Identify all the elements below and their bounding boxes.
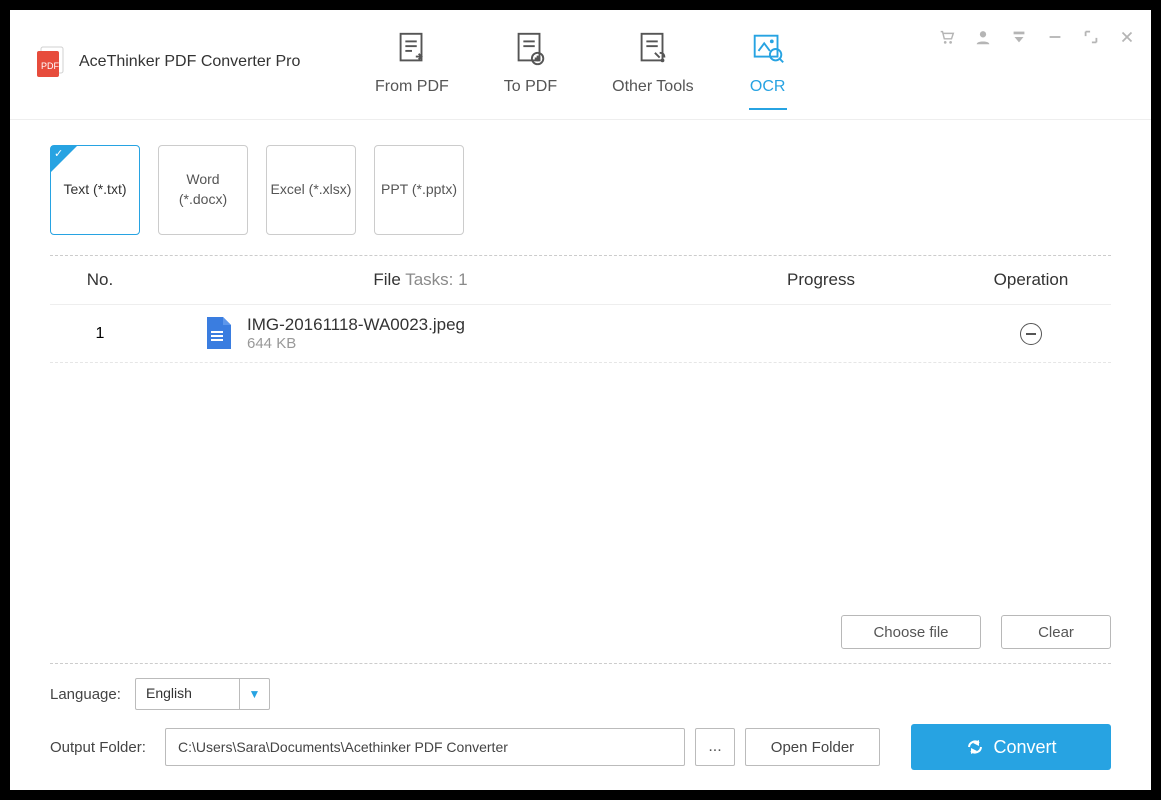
remove-item-button[interactable] <box>1020 323 1042 345</box>
tab-from-pdf[interactable]: From PDF <box>375 30 449 110</box>
language-label: Language: <box>50 686 125 703</box>
tab-other-tools[interactable]: Other Tools <box>612 30 694 110</box>
close-icon[interactable] <box>1118 28 1136 46</box>
tab-label: Other Tools <box>612 78 694 96</box>
open-folder-button[interactable]: Open Folder <box>745 728 880 766</box>
tab-to-pdf[interactable]: To PDF <box>504 30 557 110</box>
col-file-header: File Tasks: 1 <box>150 270 691 290</box>
app-title: AceThinker PDF Converter Pro <box>79 53 300 71</box>
task-header: No. File Tasks: 1 Progress Operation <box>50 256 1111 305</box>
tab-label: OCR <box>750 78 786 96</box>
format-label: Word <box>186 170 219 190</box>
tab-label: To PDF <box>504 78 557 96</box>
format-label: Text (*.txt) <box>63 180 126 200</box>
tab-label: From PDF <box>375 78 449 96</box>
file-icon <box>205 317 233 351</box>
browse-button[interactable]: ... <box>695 728 735 766</box>
format-text[interactable]: Text (*.txt) <box>50 145 140 235</box>
minimize-icon[interactable] <box>1046 28 1064 46</box>
file-name: IMG-20161118-WA0023.jpeg <box>247 315 465 335</box>
app-window: PDF AceThinker PDF Converter Pro From PD… <box>10 10 1151 790</box>
col-progress-header: Progress <box>691 270 951 290</box>
user-icon[interactable] <box>974 28 992 46</box>
language-row: Language: English ▼ <box>50 678 1111 710</box>
col-operation-header: Operation <box>951 270 1111 290</box>
to-pdf-icon <box>511 30 549 68</box>
language-value: English <box>136 679 239 709</box>
cart-icon[interactable] <box>938 28 956 46</box>
main-tabs: From PDF To PDF <box>375 30 787 110</box>
clear-button[interactable]: Clear <box>1001 615 1111 649</box>
output-folder-input[interactable] <box>165 728 685 766</box>
footer: Language: English ▼ Output Folder: ... O… <box>10 664 1151 790</box>
language-select[interactable]: English ▼ <box>135 678 270 710</box>
tasks-count: 1 <box>458 270 467 289</box>
row-no: 1 <box>50 325 150 343</box>
file-header-text: File <box>373 270 400 289</box>
logo-block: PDF AceThinker PDF Converter Pro <box>35 45 300 79</box>
tasks-label: Tasks: <box>401 270 458 289</box>
format-label: PPT (*.pptx) <box>381 180 457 200</box>
convert-button[interactable]: Convert <box>911 724 1111 770</box>
output-row: Output Folder: ... Open Folder Convert <box>50 724 1111 770</box>
dropdown-icon[interactable] <box>1010 28 1028 46</box>
format-label: Excel (*.xlsx) <box>271 180 352 200</box>
col-no-header: No. <box>50 270 150 290</box>
chevron-down-icon: ▼ <box>239 679 269 709</box>
other-tools-icon <box>634 30 672 68</box>
format-ext: (*.docx) <box>179 190 227 210</box>
output-folder-label: Output Folder: <box>50 739 155 756</box>
row-file: IMG-20161118-WA0023.jpeg 644 KB <box>150 315 691 352</box>
output-format-row: Text (*.txt) Word (*.docx) Excel (*.xlsx… <box>50 145 1111 235</box>
file-size: 644 KB <box>247 335 465 352</box>
header: PDF AceThinker PDF Converter Pro From PD… <box>10 10 1151 120</box>
choose-file-button[interactable]: Choose file <box>841 615 981 649</box>
ocr-icon <box>749 30 787 68</box>
maximize-icon[interactable] <box>1082 28 1100 46</box>
format-ppt[interactable]: PPT (*.pptx) <box>374 145 464 235</box>
table-row: 1 IMG-20161118-WA0023.jpeg 644 KB <box>50 305 1111 363</box>
content: Text (*.txt) Word (*.docx) Excel (*.xlsx… <box>10 120 1151 664</box>
row-operation <box>951 322 1111 345</box>
convert-label: Convert <box>993 737 1056 758</box>
refresh-icon <box>965 737 985 757</box>
list-actions: Choose file Clear <box>50 615 1111 663</box>
svg-text:PDF: PDF <box>41 61 60 71</box>
from-pdf-icon <box>393 30 431 68</box>
window-controls <box>938 28 1136 46</box>
task-area: No. File Tasks: 1 Progress Operation 1 <box>50 255 1111 664</box>
tab-ocr[interactable]: OCR <box>749 30 787 110</box>
app-logo-icon: PDF <box>35 45 69 79</box>
format-excel[interactable]: Excel (*.xlsx) <box>266 145 356 235</box>
format-word[interactable]: Word (*.docx) <box>158 145 248 235</box>
